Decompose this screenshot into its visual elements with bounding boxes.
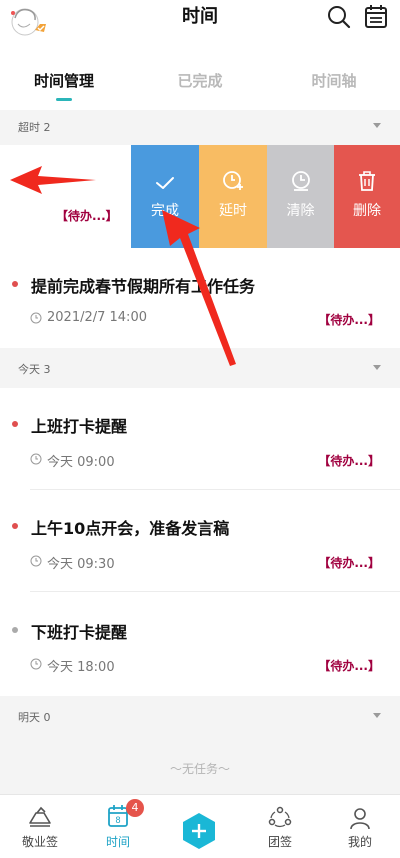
delete-label: 删除 [353, 203, 381, 219]
user-icon [350, 808, 370, 830]
priority-dot [12, 523, 18, 529]
nav-team[interactable]: 团签 [240, 795, 320, 858]
task-item[interactable]: 上班打卡提醒 今天 09:00 【待办...】 [0, 388, 400, 490]
task-title: 下班打卡提醒 [31, 623, 128, 642]
nav-jingyeqian[interactable]: 敬业签 [0, 795, 80, 858]
priority-dot [12, 627, 18, 633]
section-tomorrow-label: 明天 0 [18, 711, 51, 724]
nav-time[interactable]: 8 4 时间 [78, 795, 158, 858]
task-time: 今天 18:00 [47, 660, 115, 675]
active-tab-indicator [56, 98, 72, 101]
complete-button[interactable]: 完成 [131, 145, 199, 248]
task-status: 【待办...】 [318, 556, 380, 570]
task-title: 提前完成春节假期所有工作任务 [31, 277, 256, 296]
tab-completed[interactable]: 已完成 [164, 70, 236, 91]
task-title: 上午10点开会，准备发言稿 [31, 519, 230, 538]
task-item[interactable]: 下班打卡提醒 今天 18:00 【待办...】 [0, 592, 400, 696]
check-icon [156, 177, 174, 189]
complete-label: 完成 [151, 203, 179, 219]
calendar-icon [365, 5, 387, 28]
chevron-down-icon [373, 123, 381, 128]
task-time: 今天 09:00 [47, 455, 115, 470]
signature-icon [29, 806, 51, 827]
section-today-label: 今天 3 [18, 363, 51, 376]
nav-label: 团签 [267, 835, 292, 849]
task-status: 【待办...】 [318, 454, 380, 468]
tab-time-management[interactable]: 时间管理 [28, 70, 100, 91]
clock-icon [30, 555, 42, 567]
app-screen: 时间 时间管理 已完成 时间轴 超时 2 【待办...】 完成 延时 清除 删除… [0, 0, 400, 858]
add-task-button[interactable] [180, 812, 218, 850]
tab-bar: 时间管理 已完成 时间轴 [0, 48, 400, 110]
chevron-down-icon [373, 713, 381, 718]
trash-icon [359, 171, 375, 191]
nav-label: 敬业签 [21, 835, 58, 849]
clock-icon [30, 658, 42, 670]
task-time: 今天 09:30 [47, 557, 115, 572]
task-status: 【待办...】 [318, 313, 380, 327]
calendar-button[interactable] [362, 3, 390, 31]
delete-button[interactable]: 删除 [334, 145, 400, 248]
task-title: 上班打卡提醒 [31, 417, 128, 436]
task-status: 【待办...】 [318, 659, 380, 673]
nav-mine[interactable]: 我的 [320, 795, 400, 858]
chevron-down-icon [373, 365, 381, 370]
priority-dot [12, 281, 18, 287]
section-tomorrow[interactable]: 明天 0 [0, 700, 400, 734]
delay-button[interactable]: 延时 [199, 145, 267, 248]
nav-label: 我的 [347, 835, 372, 849]
task-time: 2021/2/7 14:00 [47, 310, 147, 325]
clock-icon [30, 453, 42, 465]
clear-button[interactable]: 清除 [267, 145, 334, 248]
priority-dot [12, 421, 18, 427]
empty-state-text: ～无任务～ [169, 762, 230, 776]
clock-clear-icon [291, 171, 310, 191]
clear-label: 清除 [286, 203, 315, 219]
task-status: 【待办...】 [56, 209, 118, 223]
top-bar: 时间 [0, 0, 400, 48]
tab-timeline[interactable]: 时间轴 [298, 70, 370, 91]
section-overdue-label: 超时 2 [18, 121, 51, 134]
search-icon [328, 6, 351, 29]
task-item[interactable]: 提前完成春节假期所有工作任务 2021/2/7 14:00 【待办...】 [0, 248, 400, 348]
task-item[interactable]: 上午10点开会，准备发言稿 今天 09:30 【待办...】 [0, 490, 400, 592]
section-overdue[interactable]: 超时 2 [0, 110, 400, 144]
section-today[interactable]: 今天 3 [0, 352, 400, 386]
delay-label: 延时 [219, 203, 247, 219]
calendar-day-number: 8 [115, 815, 120, 825]
notification-badge: 4 [126, 799, 144, 817]
swiped-task-row[interactable]: 【待办...】 完成 延时 清除 删除 [0, 145, 400, 248]
nav-label: 时间 [105, 835, 130, 849]
team-icon [268, 806, 292, 828]
clock-plus-icon [223, 171, 243, 190]
search-button[interactable] [326, 4, 352, 30]
clock-icon [30, 312, 42, 324]
